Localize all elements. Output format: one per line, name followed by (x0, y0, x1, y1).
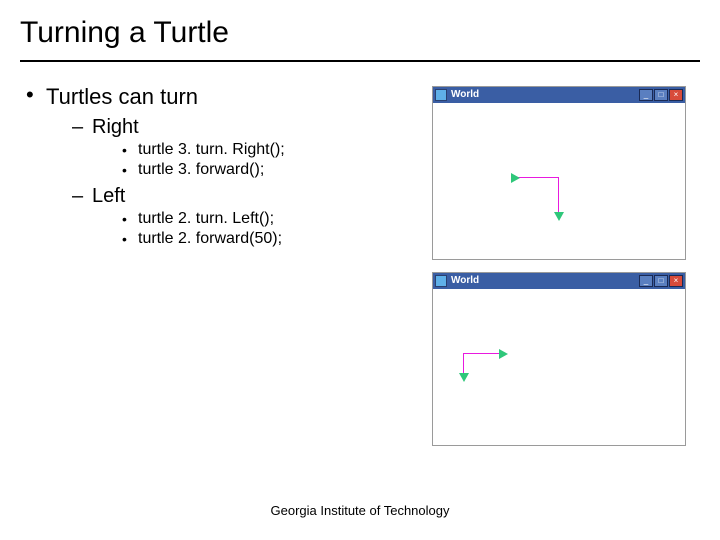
trail-segment (517, 177, 559, 178)
app-icon (435, 89, 447, 101)
titlebar: World _ □ × (433, 87, 685, 103)
bullet-right: Right turtle 3. turn. Right(); turtle 3.… (68, 116, 420, 179)
world-window-left: World _ □ × (432, 272, 686, 446)
bullet-main-text: Turtles can turn (46, 84, 198, 109)
bullet-right-code2: turtle 3. forward(); (118, 161, 420, 179)
bullet-left-code2: turtle 2. forward(50); (118, 230, 420, 248)
page-title: Turning a Turtle (20, 16, 700, 50)
slide: Turning a Turtle Turtles can turn Right … (0, 0, 720, 540)
turtle-icon (511, 173, 520, 183)
titlebar: World _ □ × (433, 273, 685, 289)
bullet-left-label: Left (92, 185, 125, 207)
title-underline (20, 60, 700, 62)
close-button[interactable]: × (669, 89, 683, 101)
footer-text: Georgia Institute of Technology (0, 503, 720, 518)
turtle-icon (499, 349, 508, 359)
bullet-main: Turtles can turn Right turtle 3. turn. R… (20, 84, 420, 248)
turtle-icon (459, 373, 469, 382)
bullet-right-label: Right (92, 116, 139, 138)
app-icon (435, 275, 447, 287)
window-title: World (451, 87, 638, 103)
minimize-button[interactable]: _ (639, 89, 653, 101)
bullet-left-code1: turtle 2. turn. Left(); (118, 210, 420, 228)
canvas-right (433, 103, 685, 259)
title-block: Turning a Turtle (20, 16, 700, 54)
canvas-left (433, 289, 685, 445)
maximize-button[interactable]: □ (654, 89, 668, 101)
turtle-icon (554, 212, 564, 221)
close-button[interactable]: × (669, 275, 683, 287)
world-window-right: World _ □ × (432, 86, 686, 260)
window-title: World (451, 273, 638, 289)
minimize-button[interactable]: _ (639, 275, 653, 287)
maximize-button[interactable]: □ (654, 275, 668, 287)
trail-segment (558, 177, 559, 217)
content-block: Turtles can turn Right turtle 3. turn. R… (20, 84, 420, 254)
bullet-right-code1: turtle 3. turn. Right(); (118, 141, 420, 159)
bullet-left: Left turtle 2. turn. Left(); turtle 2. f… (68, 185, 420, 248)
